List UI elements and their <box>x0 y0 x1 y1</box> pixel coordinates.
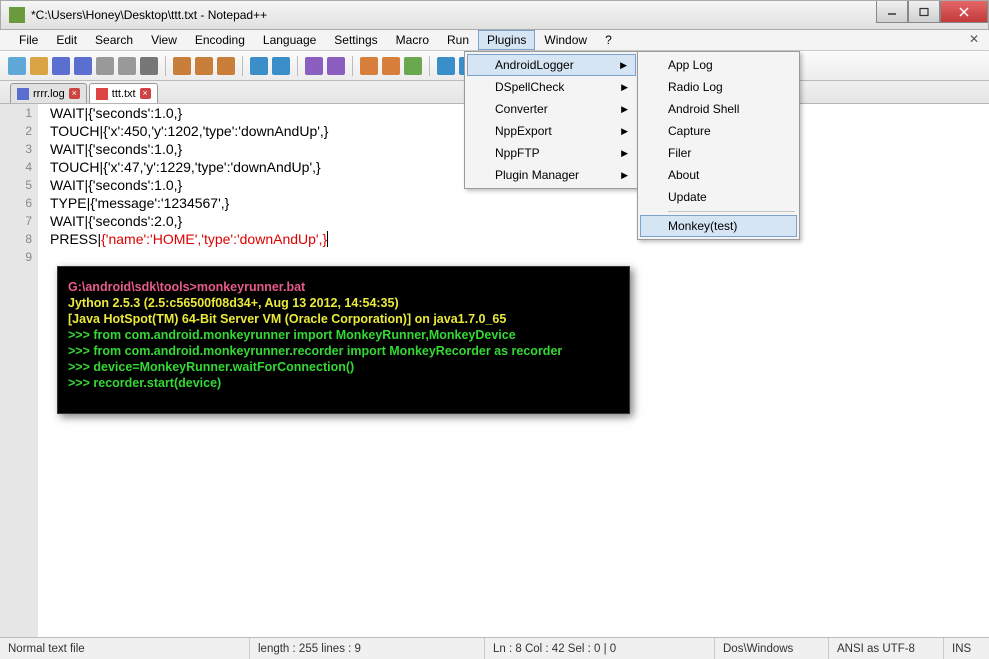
toolbar-find-icon[interactable] <box>305 57 323 75</box>
plugins-item-plugin-manager[interactable]: Plugin Manager▶ <box>467 164 636 186</box>
submenu-arrow-icon: ▶ <box>621 104 628 115</box>
toolbar-closeall-icon[interactable] <box>118 57 136 75</box>
maximize-button[interactable] <box>908 1 940 23</box>
toolbar-chars-icon[interactable] <box>382 57 400 75</box>
minimize-button[interactable] <box>876 1 908 23</box>
toolbar-undo-icon[interactable] <box>250 57 268 75</box>
androidlogger-submenu: App LogRadio LogAndroid ShellCaptureFile… <box>637 51 800 240</box>
submenu-item-android-shell[interactable]: Android Shell <box>640 98 797 120</box>
submenu-item-filer[interactable]: Filer <box>640 142 797 164</box>
toolbar-close-icon[interactable] <box>96 57 114 75</box>
tab-ttt-txt[interactable]: ttt.txt × <box>89 83 158 103</box>
app-icon <box>9 7 25 23</box>
menu-macro[interactable]: Macro <box>387 30 438 50</box>
titlebar: *C:\Users\Honey\Desktop\ttt.txt - Notepa… <box>0 0 989 30</box>
plugins-item-nppftp[interactable]: NppFTP▶ <box>467 142 636 164</box>
file-icon <box>17 88 29 100</box>
console-line: >>> device=MonkeyRunner.waitForConnectio… <box>68 359 619 375</box>
status-filetype: Normal text file <box>0 638 250 659</box>
plugins-menu: AndroidLogger▶DSpellCheck▶Converter▶NppE… <box>464 51 639 189</box>
toolbar-separator <box>297 56 298 76</box>
toolbar-saveall-icon[interactable] <box>74 57 92 75</box>
toolbar-separator <box>352 56 353 76</box>
submenu-arrow-icon: ▶ <box>621 82 628 93</box>
toolbar-copy-icon[interactable] <box>195 57 213 75</box>
submenu-item-app-log[interactable]: App Log <box>640 54 797 76</box>
console-line: >>> from com.android.monkeyrunner.record… <box>68 343 619 359</box>
toolbar-wrap-icon[interactable] <box>360 57 378 75</box>
toolbar-open-icon[interactable] <box>30 57 48 75</box>
status-length: length : 255 lines : 9 <box>250 638 485 659</box>
toolbar-separator <box>165 56 166 76</box>
toolbar-replace-icon[interactable] <box>327 57 345 75</box>
tab-close-icon[interactable]: × <box>140 88 151 99</box>
submenu-item-radio-log[interactable]: Radio Log <box>640 76 797 98</box>
plugins-item-androidlogger[interactable]: AndroidLogger▶ <box>467 54 636 76</box>
menubar: FileEditSearchViewEncodingLanguageSettin… <box>0 30 989 51</box>
toolbar-new-icon[interactable] <box>8 57 26 75</box>
window-title: *C:\Users\Honey\Desktop\ttt.txt - Notepa… <box>31 8 267 22</box>
console-line: Jython 2.5.3 (2.5:c56500f08d34+, Aug 13 … <box>68 295 619 311</box>
console-line: G:\android\sdk\tools>monkeyrunner.bat <box>68 279 619 295</box>
close-button[interactable] <box>940 1 988 23</box>
submenu-arrow-icon: ▶ <box>620 60 627 71</box>
menu-plugins[interactable]: Plugins <box>478 30 535 50</box>
toolbar-paste-icon[interactable] <box>217 57 235 75</box>
menu-encoding[interactable]: Encoding <box>186 30 254 50</box>
console-line: >>> from com.android.monkeyrunner import… <box>68 327 619 343</box>
tab-label: ttt.txt <box>112 88 136 100</box>
toolbar-cut-icon[interactable] <box>173 57 191 75</box>
plugins-item-nppexport[interactable]: NppExport▶ <box>467 120 636 142</box>
submenu-arrow-icon: ▶ <box>621 126 628 137</box>
menu-edit[interactable]: Edit <box>47 30 86 50</box>
statusbar: Normal text file length : 255 lines : 9 … <box>0 637 989 659</box>
menu-help[interactable]: ? <box>596 30 621 50</box>
submenu-item-capture[interactable]: Capture <box>640 120 797 142</box>
status-position: Ln : 8 Col : 42 Sel : 0 | 0 <box>485 638 715 659</box>
code-content[interactable]: WAIT|{'seconds':1.0,}TOUCH|{'x':450,'y':… <box>50 104 328 266</box>
plugins-item-dspellcheck[interactable]: DSpellCheck▶ <box>467 76 636 98</box>
toolbar-separator <box>242 56 243 76</box>
toolbar-save-icon[interactable] <box>52 57 70 75</box>
console-line: >>> recorder.start(device) <box>68 375 619 391</box>
menubar-close-doc-icon[interactable]: ✕ <box>969 32 979 46</box>
menu-file[interactable]: File <box>10 30 47 50</box>
toolbar-redo-icon[interactable] <box>272 57 290 75</box>
plugins-item-converter[interactable]: Converter▶ <box>467 98 636 120</box>
menu-separator <box>668 211 795 212</box>
console-line: [Java HotSpot(TM) 64-Bit Server VM (Orac… <box>68 311 619 327</box>
status-encoding: ANSI as UTF-8 <box>829 638 944 659</box>
submenu-item-monkey-test-[interactable]: Monkey(test) <box>640 215 797 237</box>
menu-search[interactable]: Search <box>86 30 142 50</box>
tab-close-icon[interactable]: × <box>69 88 80 99</box>
tab-label: rrrr.log <box>33 88 65 100</box>
menu-run[interactable]: Run <box>438 30 478 50</box>
status-mode: INS <box>944 638 989 659</box>
console-overlay: G:\android\sdk\tools>monkeyrunner.batJyt… <box>57 266 630 414</box>
tab-rrrr-log[interactable]: rrrr.log × <box>10 83 87 103</box>
menu-view[interactable]: View <box>142 30 186 50</box>
submenu-item-update[interactable]: Update <box>640 186 797 208</box>
file-icon <box>96 88 108 100</box>
menu-window[interactable]: Window <box>535 30 596 50</box>
submenu-arrow-icon: ▶ <box>621 170 628 181</box>
submenu-arrow-icon: ▶ <box>621 148 628 159</box>
toolbar-print-icon[interactable] <box>140 57 158 75</box>
status-eol: Dos\Windows <box>715 638 829 659</box>
submenu-item-about[interactable]: About <box>640 164 797 186</box>
toolbar-separator <box>429 56 430 76</box>
menu-settings[interactable]: Settings <box>325 30 386 50</box>
line-gutter: 123456789 <box>0 104 38 637</box>
toolbar-zoom1-icon[interactable] <box>437 57 455 75</box>
toolbar-indent-icon[interactable] <box>404 57 422 75</box>
menu-language[interactable]: Language <box>254 30 325 50</box>
